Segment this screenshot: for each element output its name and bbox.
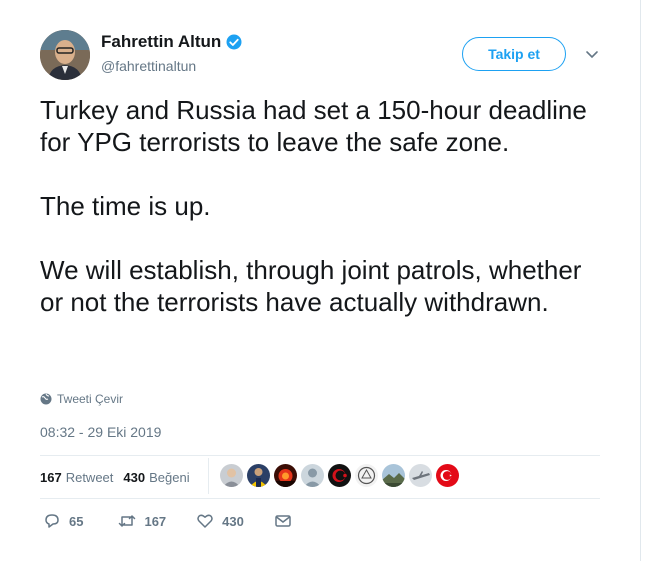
retweet-icon <box>119 515 136 527</box>
tweet-paragraph: We will establish, through joint patrols… <box>40 255 582 317</box>
emblem-photo-icon[interactable] <box>355 464 378 487</box>
reply-button[interactable]: 65 <box>43 512 83 530</box>
landscape-photo-icon[interactable] <box>382 464 405 487</box>
like-count[interactable]: 430 <box>123 470 145 485</box>
turkish-flag-dark-icon[interactable] <box>328 464 351 487</box>
envelope-icon <box>275 515 291 527</box>
tweet-text: Turkey and Russia had set a 150-hour dea… <box>40 94 610 318</box>
stats-separator <box>208 458 209 494</box>
divider <box>40 455 600 456</box>
direct-message-button[interactable] <box>274 512 292 530</box>
retweet-label[interactable]: Retweet <box>66 470 114 485</box>
author-avatar[interactable] <box>40 30 90 80</box>
follow-button[interactable]: Takip et <box>462 37 566 71</box>
chevron-down-icon[interactable] <box>584 46 600 62</box>
profile-photo-icon[interactable] <box>247 464 270 487</box>
translate-link[interactable]: Tweeti Çevir <box>40 392 123 406</box>
reply-icon <box>45 514 59 528</box>
like-stat[interactable]: 430 Beğeni <box>123 470 189 485</box>
retweet-stat[interactable]: 167 Retweet <box>40 470 113 485</box>
author-name-text[interactable]: Fahrettin Altun <box>101 32 221 52</box>
page-gutter <box>641 0 660 561</box>
profile-photo-icon[interactable] <box>220 464 243 487</box>
author-name[interactable]: Fahrettin Altun <box>101 32 243 52</box>
heart-icon <box>197 514 213 528</box>
reply-count[interactable]: 65 <box>69 514 83 529</box>
like-label[interactable]: Beğeni <box>149 470 189 485</box>
turkish-flag-icon[interactable] <box>436 464 459 487</box>
retweet-count[interactable]: 167 <box>40 470 62 485</box>
retweet-action-count[interactable]: 167 <box>144 514 166 529</box>
author-handle[interactable]: @fahrettinaltun <box>101 58 196 74</box>
liker-avatars <box>220 464 459 487</box>
translate-label[interactable]: Tweeti Çevir <box>57 392 123 406</box>
default-avatar-icon[interactable] <box>301 464 324 487</box>
aircraft-photo-icon[interactable] <box>409 464 432 487</box>
globe-icon <box>40 393 52 405</box>
divider <box>40 498 600 499</box>
retweet-button[interactable]: 167 <box>118 512 166 530</box>
tweet-paragraph: The time is up. <box>40 191 211 221</box>
sunset-photo-icon[interactable] <box>274 464 297 487</box>
tweet-paragraph: Turkey and Russia had set a 150-hour dea… <box>40 95 587 157</box>
like-button[interactable]: 430 <box>196 512 244 530</box>
tweet-timestamp[interactable]: 08:32 - 29 Eki 2019 <box>40 424 161 440</box>
like-action-count[interactable]: 430 <box>222 514 244 529</box>
verified-badge-icon <box>226 34 242 50</box>
tweet-actions: 65 167 430 <box>40 512 292 530</box>
tweet-card: Fahrettin Altun @fahrettinaltun Takip et… <box>0 0 641 561</box>
engagement-stats: 167 Retweet 430 Beğeni <box>40 462 200 492</box>
